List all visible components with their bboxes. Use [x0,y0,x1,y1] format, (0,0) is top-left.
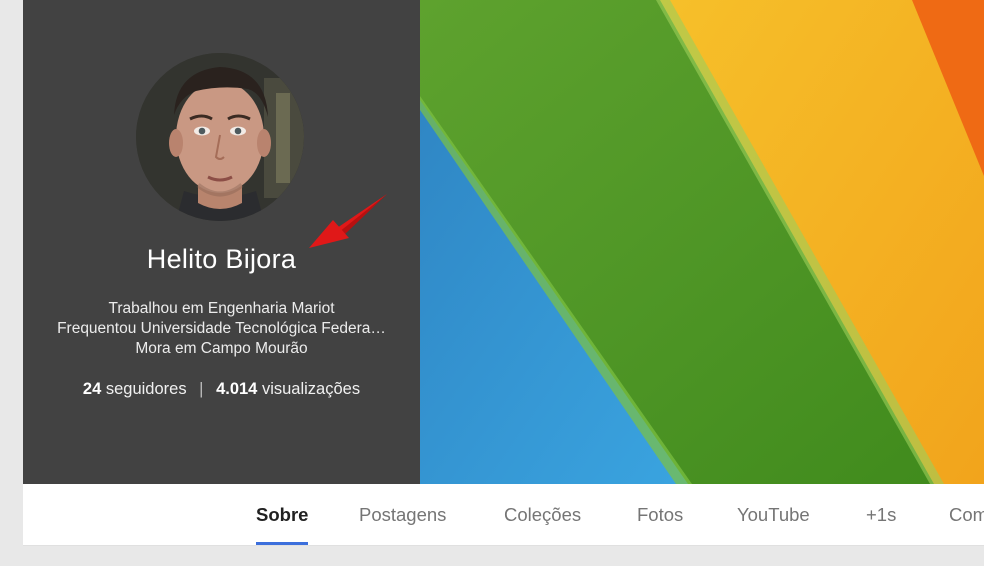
profile-tab-bar: Sobre Postagens Coleções Fotos YouTube +… [23,484,984,546]
avatar[interactable] [136,53,304,221]
tab-youtube[interactable]: YouTube [737,504,810,526]
education-info: Frequentou Universidade Tecnológica Fede… [57,320,386,337]
followers-count: 24 [82,380,102,398]
profile-stats: 24 seguidores | 4.014 visualizações [23,380,420,399]
tab-sobre[interactable]: Sobre [256,504,308,526]
profile-details: Trabalhou em Engenharia Mariot Frequento… [23,299,420,359]
cover-image [420,0,984,484]
views-label: visualizações [261,380,361,398]
tab-fotos[interactable]: Fotos [637,504,683,526]
stats-separator: | [199,380,204,398]
cover-photo[interactable] [420,0,984,484]
followers-label[interactable]: seguidores [106,380,187,398]
work-info: Trabalhou em Engenharia Mariot [108,300,335,317]
tab-postagens[interactable]: Postagens [359,504,446,526]
views-count: 4.014 [216,380,258,398]
active-tab-indicator [256,542,308,545]
red-arrow-icon [309,194,387,248]
location-info: Mora em Campo Mourão [135,340,308,357]
tab-plus1s[interactable]: +1s [866,504,896,526]
profile-name: Helito Bijora [146,244,297,274]
tab-comunidades[interactable]: Com [949,504,984,526]
profile-header-panel: Helito Bijora Trabalhou em Engenharia Ma… [23,0,420,484]
profile-page: Helito Bijora Trabalhou em Engenharia Ma… [23,0,984,546]
avatar-photo [136,53,304,221]
tab-colecoes[interactable]: Coleções [504,504,581,526]
